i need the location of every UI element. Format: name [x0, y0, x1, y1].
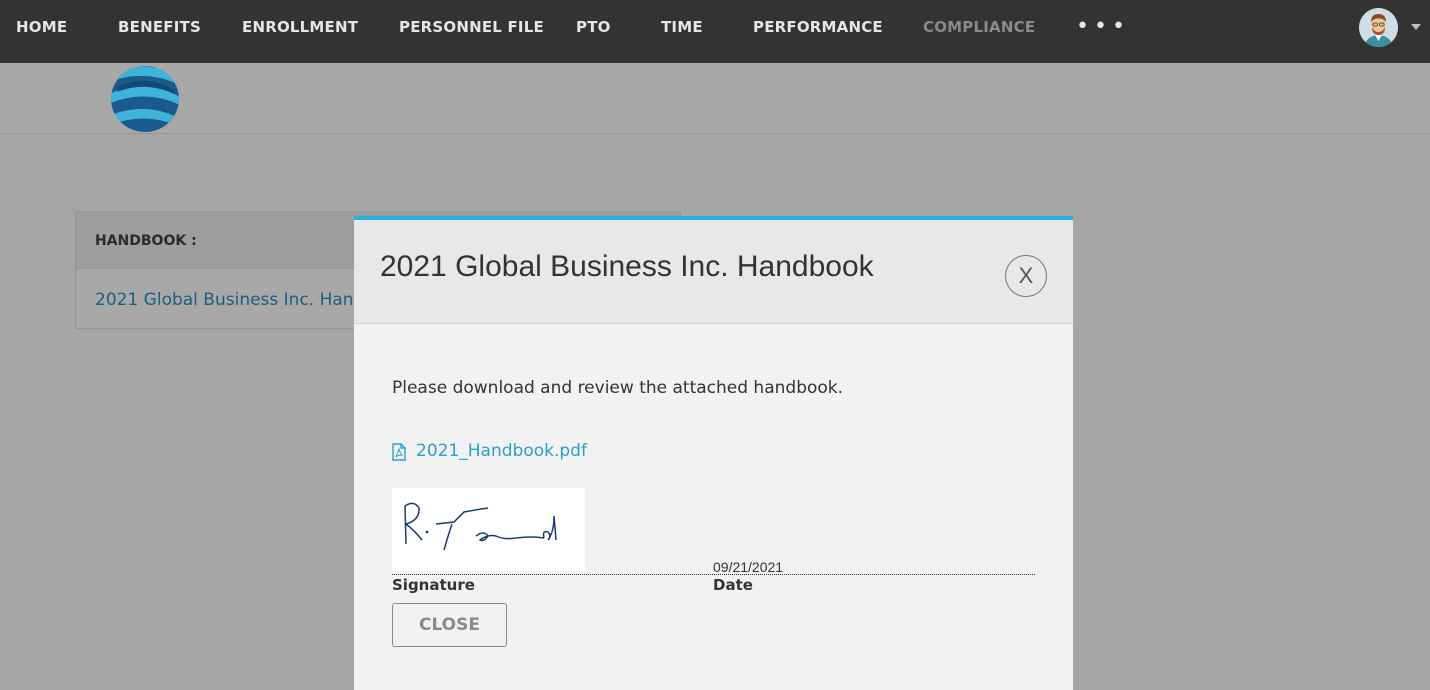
nav-home[interactable]: HOME	[16, 18, 67, 36]
close-button[interactable]: CLOSE	[392, 603, 507, 647]
signature-label: Signature	[392, 576, 475, 594]
caret-down-icon[interactable]	[1411, 24, 1421, 30]
nav-performance[interactable]: PERFORMANCE	[753, 18, 883, 36]
signature-line	[392, 574, 1035, 575]
panel-title: HANDBOOK :	[95, 233, 197, 249]
modal-header: 2021 Global Business Inc. Handbook X	[354, 220, 1073, 324]
top-nav: HOME BENEFITS ENROLLMENT PERSONNEL FILE …	[0, 0, 1430, 63]
more-menu-button[interactable]: •••	[1076, 16, 1130, 38]
close-icon[interactable]: X	[1005, 255, 1047, 297]
nav-compliance[interactable]: COMPLIANCE	[923, 18, 1035, 36]
nav-pto[interactable]: PTO	[576, 18, 611, 36]
sub-header	[0, 63, 1430, 134]
nav-enrollment[interactable]: ENROLLMENT	[242, 18, 358, 36]
nav-benefits[interactable]: BENEFITS	[118, 18, 201, 36]
date-label: Date	[713, 576, 753, 594]
attachment-name: 2021_Handbook.pdf	[416, 441, 587, 461]
nav-personnel-file[interactable]: PERSONNEL FILE	[399, 18, 544, 36]
nav-time[interactable]: TIME	[661, 18, 703, 36]
modal-message: Please download and review the attached …	[392, 378, 844, 398]
modal-title: 2021 Global Business Inc. Handbook	[380, 250, 874, 283]
signature-date: 09/21/2021	[713, 559, 784, 575]
globe-logo-icon[interactable]	[108, 64, 182, 134]
pdf-file-icon	[392, 443, 406, 461]
handbook-modal: 2021 Global Business Inc. Handbook X Ple…	[354, 216, 1073, 690]
user-avatar-icon[interactable]	[1359, 8, 1398, 47]
signature-image	[392, 488, 585, 571]
